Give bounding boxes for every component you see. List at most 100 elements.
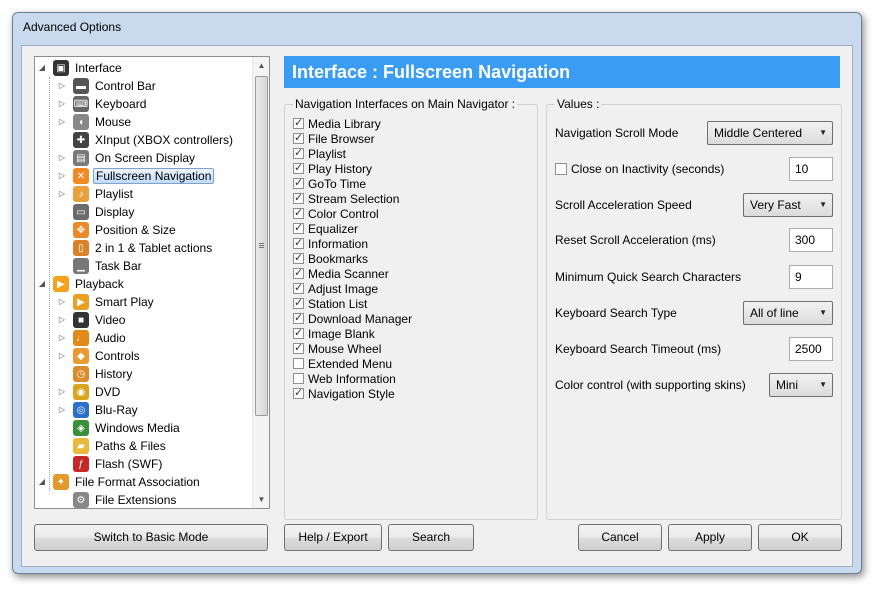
nav-interface-checkbox[interactable]	[293, 373, 304, 384]
tree-expand-icon[interactable]: ▷	[57, 81, 67, 91]
tree-expand-icon[interactable]: ▷	[57, 153, 67, 163]
nav-interface-checkbox[interactable]	[293, 236, 304, 249]
dropdown-arrow-icon[interactable]: ▼	[819, 302, 827, 324]
tree-item[interactable]: ✚ XInput (XBOX controllers)	[73, 131, 235, 149]
tree-item[interactable]: ✥ Position & Size	[73, 221, 178, 239]
tree-expand-icon[interactable]: ▷	[57, 99, 67, 109]
tree-item[interactable]: ƒ Flash (SWF)	[73, 455, 164, 473]
apply-button[interactable]: Apply	[668, 524, 752, 551]
options-tree[interactable]: ◢ ▣ Interface ▷ ▬ Control Bar ▷ ⌨ Keyboard ▷ ◖ Mous…	[34, 56, 270, 509]
dropdown-arrow-icon[interactable]: ▼	[819, 122, 827, 144]
nav-interface-checkbox[interactable]	[293, 341, 304, 354]
tree-expand-icon[interactable]: ▷	[57, 297, 67, 307]
value-input[interactable]: 9	[789, 265, 833, 289]
tree-collapse-icon[interactable]: ◢	[37, 63, 47, 73]
tree-item[interactable]: ⌨ Keyboard	[73, 95, 148, 113]
tree-expand-icon[interactable]: ▷	[57, 387, 67, 397]
tree-expand-icon[interactable]: ▷	[57, 333, 67, 343]
tree-item[interactable]: ▣ Interface	[53, 59, 124, 77]
scroll-up-arrow-icon[interactable]: ▲	[253, 57, 269, 74]
tree-item[interactable]: ▶ Smart Play	[73, 293, 156, 311]
nav-interface-checkbox[interactable]	[293, 221, 304, 234]
tree-item[interactable]: ✕ Fullscreen Navigation	[73, 167, 215, 185]
tree-item[interactable]: ◎ Blu-Ray	[73, 401, 140, 419]
value-input[interactable]: 300	[789, 228, 833, 252]
nav-interface-option[interactable]: Media Library	[293, 116, 381, 131]
tree-item[interactable]: ⚙ File Extensions	[73, 491, 178, 508]
tree-expand-icon[interactable]: ▷	[57, 171, 67, 181]
nav-interface-option[interactable]: Station List	[293, 296, 367, 311]
nav-interface-checkbox[interactable]	[293, 386, 304, 399]
value-input[interactable]: 10	[789, 157, 833, 181]
switch-basic-mode-button[interactable]: Switch to Basic Mode	[34, 524, 268, 551]
nav-interface-checkbox[interactable]	[293, 146, 304, 159]
tree-item[interactable]: ◷ History	[73, 365, 134, 383]
nav-interface-option[interactable]: Navigation Style	[293, 386, 395, 401]
tree-item[interactable]: ■ Video	[73, 311, 127, 329]
nav-interface-checkbox[interactable]	[293, 311, 304, 324]
tree-expand-icon[interactable]: ▷	[57, 189, 67, 199]
nav-interface-checkbox[interactable]	[293, 251, 304, 264]
nav-interface-checkbox[interactable]	[293, 326, 304, 339]
tree-expand-icon[interactable]: ▷	[57, 117, 67, 127]
tree-item[interactable]: ◖ Mouse	[73, 113, 133, 131]
nav-interface-option[interactable]: Extended Menu	[293, 356, 392, 371]
nav-interface-checkbox[interactable]	[293, 161, 304, 174]
nav-interface-option[interactable]: Mouse Wheel	[293, 341, 381, 356]
value-dropdown[interactable]: All of line ▼	[743, 301, 833, 325]
dropdown-arrow-icon[interactable]: ▼	[819, 374, 827, 396]
tree-item[interactable]: ◆ Controls	[73, 347, 142, 365]
cancel-button[interactable]: Cancel	[578, 524, 662, 551]
nav-interface-option[interactable]: Adjust Image	[293, 281, 378, 296]
nav-interface-option[interactable]: Web Information	[293, 371, 396, 386]
tree-collapse-icon[interactable]: ◢	[37, 477, 47, 487]
tree-item[interactable]: ▶ Playback	[53, 275, 126, 293]
tree-item[interactable]: ▭ Display	[73, 203, 136, 221]
tree-item[interactable]: ▰ Paths & Files	[73, 437, 168, 455]
nav-interface-option[interactable]: Bookmarks	[293, 251, 368, 266]
value-input[interactable]: 2500	[789, 337, 833, 361]
value-dropdown[interactable]: Very Fast ▼	[743, 193, 833, 217]
tree-item[interactable]: ♪ Playlist	[73, 185, 135, 203]
nav-interface-option[interactable]: Equalizer	[293, 221, 358, 236]
nav-interface-option[interactable]: Color Control	[293, 206, 379, 221]
tree-item[interactable]: ✦ File Format Association	[53, 473, 202, 491]
nav-interface-checkbox[interactable]	[293, 296, 304, 309]
nav-interface-checkbox[interactable]	[293, 358, 304, 369]
search-button[interactable]: Search	[388, 524, 474, 551]
tree-item[interactable]: ◉ DVD	[73, 383, 122, 401]
tree-item[interactable]: ▯ 2 in 1 & Tablet actions	[73, 239, 214, 257]
nav-interface-option[interactable]: Play History	[293, 161, 372, 176]
scroll-thumb[interactable]	[255, 76, 268, 416]
tree-item[interactable]: ▁ Task Bar	[73, 257, 144, 275]
nav-interface-checkbox[interactable]	[293, 116, 304, 129]
nav-interface-option[interactable]: Information	[293, 236, 368, 251]
tree-expand-icon[interactable]: ▷	[57, 405, 67, 415]
nav-interface-checkbox[interactable]	[293, 176, 304, 189]
value-dropdown[interactable]: Mini ▼	[769, 373, 833, 397]
value-label[interactable]: Close on Inactivity (seconds)	[571, 162, 724, 176]
nav-interface-option[interactable]: Download Manager	[293, 311, 412, 326]
value-dropdown[interactable]: Middle Centered ▼	[707, 121, 833, 145]
tree-scrollbar[interactable]: ▲ ▼	[252, 57, 269, 508]
ok-button[interactable]: OK	[758, 524, 842, 551]
close-on-inactivity-checkbox[interactable]	[555, 163, 567, 175]
tree-item[interactable]: ▤ On Screen Display	[73, 149, 197, 167]
nav-interface-option[interactable]: File Browser	[293, 131, 375, 146]
tree-item[interactable]: ◈ Windows Media	[73, 419, 182, 437]
tree-expand-icon[interactable]: ▷	[57, 315, 67, 325]
nav-interface-checkbox[interactable]	[293, 191, 304, 204]
nav-interface-option[interactable]: GoTo Time	[293, 176, 366, 191]
tree-item[interactable]: ♩ Audio	[73, 329, 128, 347]
scroll-down-arrow-icon[interactable]: ▼	[253, 491, 269, 508]
nav-interface-option[interactable]: Stream Selection	[293, 191, 399, 206]
nav-interface-checkbox[interactable]	[293, 281, 304, 294]
nav-interface-checkbox[interactable]	[293, 266, 304, 279]
nav-interface-option[interactable]: Playlist	[293, 146, 346, 161]
nav-interface-option[interactable]: Image Blank	[293, 326, 375, 341]
tree-item[interactable]: ▬ Control Bar	[73, 77, 158, 95]
tree-collapse-icon[interactable]: ◢	[37, 279, 47, 289]
tree-expand-icon[interactable]: ▷	[57, 351, 67, 361]
help-export-button[interactable]: Help / Export	[284, 524, 382, 551]
dropdown-arrow-icon[interactable]: ▼	[819, 194, 827, 216]
